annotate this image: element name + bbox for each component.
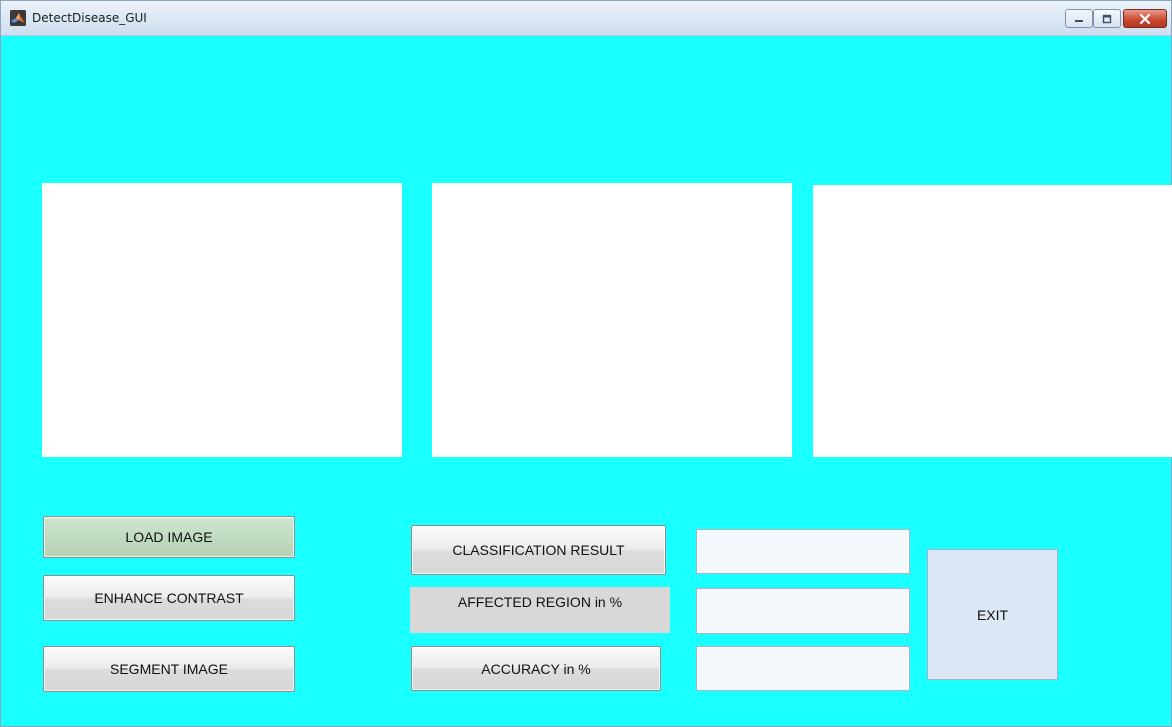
matlab-icon xyxy=(10,10,26,26)
close-icon xyxy=(1139,13,1151,24)
original-image-axes xyxy=(42,183,402,457)
minimize-button[interactable] xyxy=(1065,9,1093,28)
minimize-icon xyxy=(1075,19,1083,22)
maximize-icon xyxy=(1102,14,1112,23)
enhanced-image-axes xyxy=(432,183,792,457)
segment-image-button[interactable]: SEGMENT IMAGE xyxy=(43,646,295,692)
load-image-button[interactable]: LOAD IMAGE xyxy=(43,516,295,558)
title-bar[interactable]: DetectDisease_GUI xyxy=(1,1,1171,36)
close-button[interactable] xyxy=(1123,9,1167,28)
accuracy-button[interactable]: ACCURACY in % xyxy=(411,646,661,691)
accuracy-field[interactable] xyxy=(696,646,910,691)
classification-result-button[interactable]: CLASSIFICATION RESULT xyxy=(411,525,666,575)
affected-region-label: AFFECTED REGION in % xyxy=(410,587,670,633)
affected-region-field[interactable] xyxy=(696,588,910,634)
window-title: DetectDisease_GUI xyxy=(32,11,147,25)
maximize-button[interactable] xyxy=(1093,9,1121,28)
app-window: DetectDisease_GUI LOAD IMAGE ENHANCE CON… xyxy=(0,0,1172,727)
segmented-image-axes xyxy=(813,185,1172,457)
classification-result-field[interactable] xyxy=(696,529,910,574)
exit-button[interactable]: EXIT xyxy=(927,549,1058,680)
enhance-contrast-button[interactable]: ENHANCE CONTRAST xyxy=(43,575,295,621)
